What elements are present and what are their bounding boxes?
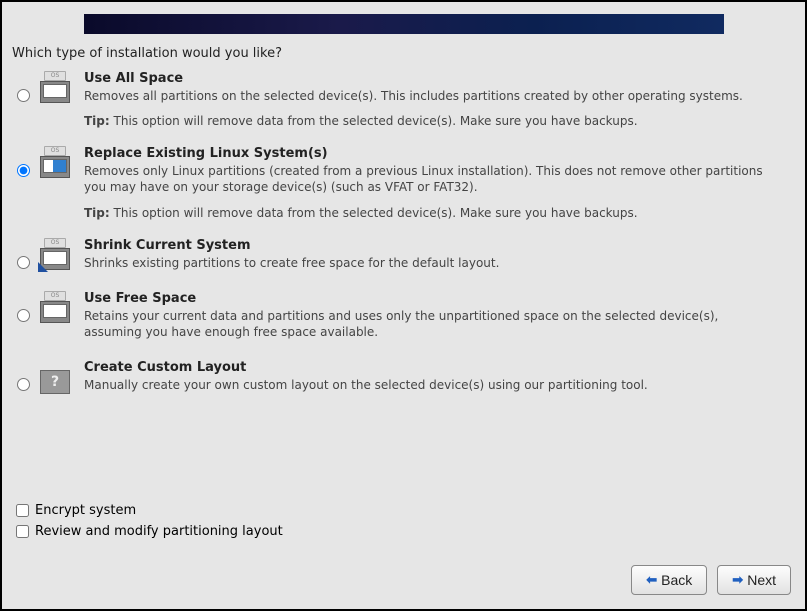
arrow-right-icon: ➡ (732, 572, 743, 588)
disk-shrink-icon: OS (40, 240, 70, 270)
next-button[interactable]: ➡ Next (717, 565, 791, 595)
back-label: Back (661, 572, 692, 588)
disk-icon: OS (40, 293, 70, 323)
disk-replace-icon: OS (40, 148, 70, 178)
option-desc: Removes only Linux partitions (created f… (84, 163, 771, 195)
arrow-left-icon: ⬅ (646, 572, 657, 588)
option-desc: Manually create your own custom layout o… (84, 377, 771, 393)
option-title: Replace Existing Linux System(s) (84, 146, 771, 161)
back-button[interactable]: ⬅ Back (631, 565, 707, 595)
question-mark-icon: ? (40, 370, 70, 394)
disk-icon: OS (40, 73, 70, 103)
option-replace-existing[interactable]: OS Replace Existing Linux System(s) Remo… (16, 146, 791, 219)
page-question: Which type of installation would you lik… (2, 42, 805, 71)
radio-replace-existing[interactable] (17, 164, 30, 177)
review-label: Review and modify partitioning layout (35, 524, 283, 539)
option-desc: Retains your current data and partitions… (84, 308, 771, 340)
option-use-free[interactable]: OS Use Free Space Retains your current d… (16, 291, 791, 342)
next-label: Next (747, 572, 776, 588)
option-desc: Shrinks existing partitions to create fr… (84, 255, 771, 271)
checkbox-group: Encrypt system Review and modify partiti… (16, 503, 283, 545)
radio-use-all-space[interactable] (17, 89, 30, 102)
option-title: Use Free Space (84, 291, 771, 306)
encrypt-checkbox[interactable] (16, 504, 29, 517)
options-group: OS Use All Space Removes all partitions … (2, 71, 805, 395)
option-custom[interactable]: ? Create Custom Layout Manually create y… (16, 360, 791, 395)
encrypt-system-row[interactable]: Encrypt system (16, 503, 283, 518)
option-title: Create Custom Layout (84, 360, 771, 375)
radio-use-free[interactable] (17, 309, 30, 322)
option-desc: Removes all partitions on the selected d… (84, 88, 771, 104)
option-title: Shrink Current System (84, 238, 771, 253)
radio-shrink[interactable] (17, 256, 30, 269)
option-tip: Tip: This option will remove data from t… (84, 206, 771, 220)
radio-custom[interactable] (17, 378, 30, 391)
review-layout-row[interactable]: Review and modify partitioning layout (16, 524, 283, 539)
review-checkbox[interactable] (16, 525, 29, 538)
encrypt-label: Encrypt system (35, 503, 136, 518)
option-shrink[interactable]: OS Shrink Current System Shrinks existin… (16, 238, 791, 273)
option-use-all-space[interactable]: OS Use All Space Removes all partitions … (16, 71, 791, 128)
header-banner (84, 14, 724, 34)
option-tip: Tip: This option will remove data from t… (84, 114, 771, 128)
option-title: Use All Space (84, 71, 771, 86)
navigation-buttons: ⬅ Back ➡ Next (631, 565, 791, 595)
